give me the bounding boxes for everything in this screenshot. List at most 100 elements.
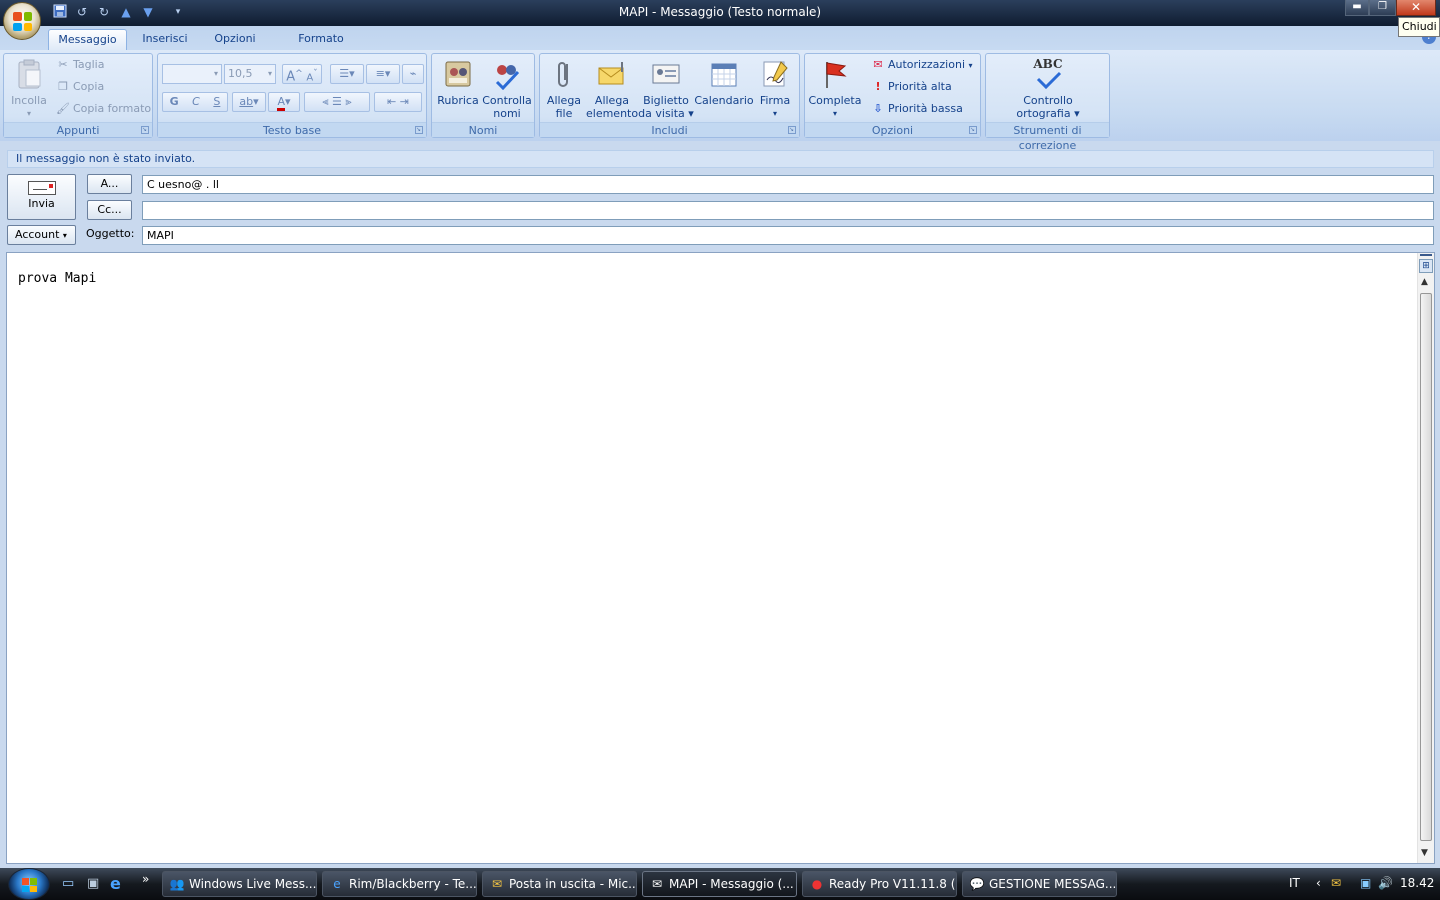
send-label: Invia: [28, 197, 55, 210]
split-handle-icon[interactable]: [1420, 254, 1432, 258]
scroll-down-icon[interactable]: ▼: [1421, 848, 1428, 858]
tab-messaggio[interactable]: Messaggio: [48, 29, 127, 50]
font-size-combo[interactable]: 10,5 ▾: [224, 64, 276, 84]
attach-file-label-1: Allega: [546, 94, 582, 107]
cut-button[interactable]: ✂ Taglia: [56, 56, 104, 74]
follow-up-label: Completa: [808, 94, 862, 107]
attach-file-button[interactable]: Allega file: [542, 58, 586, 120]
paste-button[interactable]: Incolla ▾: [8, 58, 50, 120]
tooltip: Chiudi: [1398, 17, 1440, 37]
language-indicator[interactable]: IT: [1289, 876, 1300, 890]
spelling-button[interactable]: ABC Controllo ortografia ▾: [1006, 57, 1090, 121]
dialog-launcher-icon[interactable]: ↘: [788, 126, 796, 134]
group-correzione: ABC Controllo ortografia ▾ Strumenti di …: [985, 53, 1110, 152]
high-priority-label: Priorità alta: [888, 80, 952, 93]
volume-icon[interactable]: 🔊: [1378, 876, 1393, 890]
indent-buttons[interactable]: ⇤ ⇥: [374, 92, 422, 112]
bold-button[interactable]: G: [170, 95, 179, 108]
scroll-up-icon[interactable]: ▲: [1421, 277, 1428, 287]
copy-button[interactable]: ❐ Copia: [56, 78, 104, 96]
highlight-button[interactable]: ab▾: [232, 92, 266, 112]
outlook-tray-icon[interactable]: ✉: [1331, 876, 1341, 890]
dialog-launcher-icon[interactable]: ↘: [141, 126, 149, 134]
chevron-down-icon: ▾: [62, 231, 67, 240]
account-button[interactable]: Account ▾: [7, 225, 76, 245]
taskbar-item[interactable]: e Rim/Blackberry - Te...: [322, 871, 477, 897]
message-body[interactable]: prova Mapi ⊞ ▲ ▼: [6, 252, 1435, 864]
start-button[interactable]: [8, 868, 50, 900]
more-icon[interactable]: »: [142, 872, 149, 886]
grow-shrink-font-buttons[interactable]: A^ Aˇ: [282, 64, 322, 85]
abc-text: ABC: [1033, 57, 1063, 71]
check-names-button[interactable]: Controlla nomi: [481, 58, 533, 120]
network-icon[interactable]: ▣: [1360, 876, 1371, 890]
taskbar-item-active[interactable]: ✉ MAPI - Messaggio (...: [642, 871, 797, 897]
strawberry-icon: ●: [811, 877, 823, 891]
taskbar-item[interactable]: 👥 Windows Live Mess...: [162, 871, 317, 897]
permissions-button[interactable]: ✉ Autorizzazioni ▾: [871, 56, 972, 74]
low-priority-button[interactable]: ⇩ Priorità bassa: [871, 100, 962, 118]
cc-field[interactable]: [142, 201, 1434, 220]
strike-button[interactable]: S: [213, 95, 220, 108]
clock[interactable]: 18.42: [1400, 876, 1434, 890]
dialog-launcher-icon[interactable]: ↘: [969, 126, 977, 134]
taskbar-item[interactable]: ● Ready Pro V11.11.8 (...: [802, 871, 957, 897]
office-button[interactable]: [3, 2, 41, 40]
restore-button[interactable]: ❐: [1369, 0, 1396, 16]
business-card-label-2: da visita: [638, 107, 685, 120]
follow-up-button[interactable]: Completa ▾: [808, 58, 862, 120]
ie-icon[interactable]: e: [110, 874, 128, 893]
high-priority-button[interactable]: ! Priorità alta: [871, 78, 952, 96]
font-color-button[interactable]: A▾: [268, 92, 300, 112]
messenger-icon: 👥: [169, 877, 185, 891]
taskbar-item-label: Windows Live Mess...: [189, 877, 317, 891]
bullets-button[interactable]: ☰▾: [330, 64, 364, 84]
body-text[interactable]: prova Mapi: [18, 271, 96, 286]
subject-field[interactable]: MAPI: [142, 226, 1434, 245]
minimize-button[interactable]: ▬: [1345, 0, 1369, 16]
vertical-scrollbar[interactable]: ⊞ ▲ ▼: [1417, 253, 1434, 863]
attach-item-button[interactable]: Allega elemento: [586, 58, 638, 120]
tab-opzioni[interactable]: Opzioni: [206, 29, 264, 50]
group-label-nomi: Nomi: [432, 122, 534, 137]
calendar-button[interactable]: Calendario: [694, 58, 754, 107]
font-name-combo[interactable]: ▾: [162, 64, 222, 84]
group-opzioni: Completa ▾ ✉ Autorizzazioni ▾ ! Priorità a…: [804, 53, 981, 138]
tray-expand-icon[interactable]: ‹: [1316, 876, 1321, 890]
group-label-includi: Includi: [540, 122, 799, 137]
dialog-launcher-icon[interactable]: ↘: [415, 126, 423, 134]
address-book-button[interactable]: Rubrica: [435, 58, 481, 107]
cc-button[interactable]: Cc...: [87, 200, 132, 220]
send-button[interactable]: Invia: [7, 174, 76, 220]
tab-inserisci[interactable]: Inserisci: [136, 29, 194, 50]
taskbar-item[interactable]: ✉ Posta in uscita - Mic...: [482, 871, 637, 897]
taskbar: ▭ ▣ e » 👥 Windows Live Mess... e Rim/Black…: [0, 868, 1440, 900]
group-label-appunti: Appunti: [4, 122, 152, 137]
info-bar: Il messaggio non è stato inviato.: [7, 150, 1434, 168]
align-buttons[interactable]: ⫷ ☰ ⫸: [304, 92, 370, 112]
to-button[interactable]: A...: [87, 174, 132, 194]
switch-windows-icon[interactable]: ▣: [87, 876, 105, 892]
group-label-testo-base: Testo base: [158, 122, 426, 137]
ruler-toggle-icon[interactable]: ⊞: [1419, 259, 1433, 273]
taskbar-item[interactable]: 💬 GESTIONE MESSAG...: [962, 871, 1117, 897]
group-label-correzione: Strumenti di correzione: [986, 122, 1109, 152]
styles-icon[interactable]: ⌁: [402, 64, 424, 84]
signature-button[interactable]: Firma ▾: [754, 58, 796, 120]
to-field[interactable]: C uesno@ . ll: [142, 175, 1434, 194]
spelling-label-2: ortografia: [1016, 107, 1071, 120]
italic-button[interactable]: C: [192, 95, 200, 108]
scissors-icon: ✂: [58, 58, 68, 71]
close-button[interactable]: ✕: [1396, 0, 1436, 16]
check-names-label-2: nomi: [493, 107, 521, 120]
format-painter-button[interactable]: 🖌 Copia formato: [56, 100, 151, 118]
tab-formato-testo[interactable]: Formato testo: [278, 29, 364, 64]
business-card-button[interactable]: Biglietto da visita ▾: [638, 58, 694, 120]
message-icon: 💬: [969, 877, 985, 891]
cut-label: Taglia: [73, 58, 105, 71]
outlook-icon: ✉: [491, 877, 503, 891]
scroll-thumb[interactable]: [1420, 293, 1432, 841]
check-names-icon: [491, 58, 523, 91]
show-desktop-icon[interactable]: ▭: [62, 876, 80, 892]
numbering-button[interactable]: ≡▾: [366, 64, 400, 84]
